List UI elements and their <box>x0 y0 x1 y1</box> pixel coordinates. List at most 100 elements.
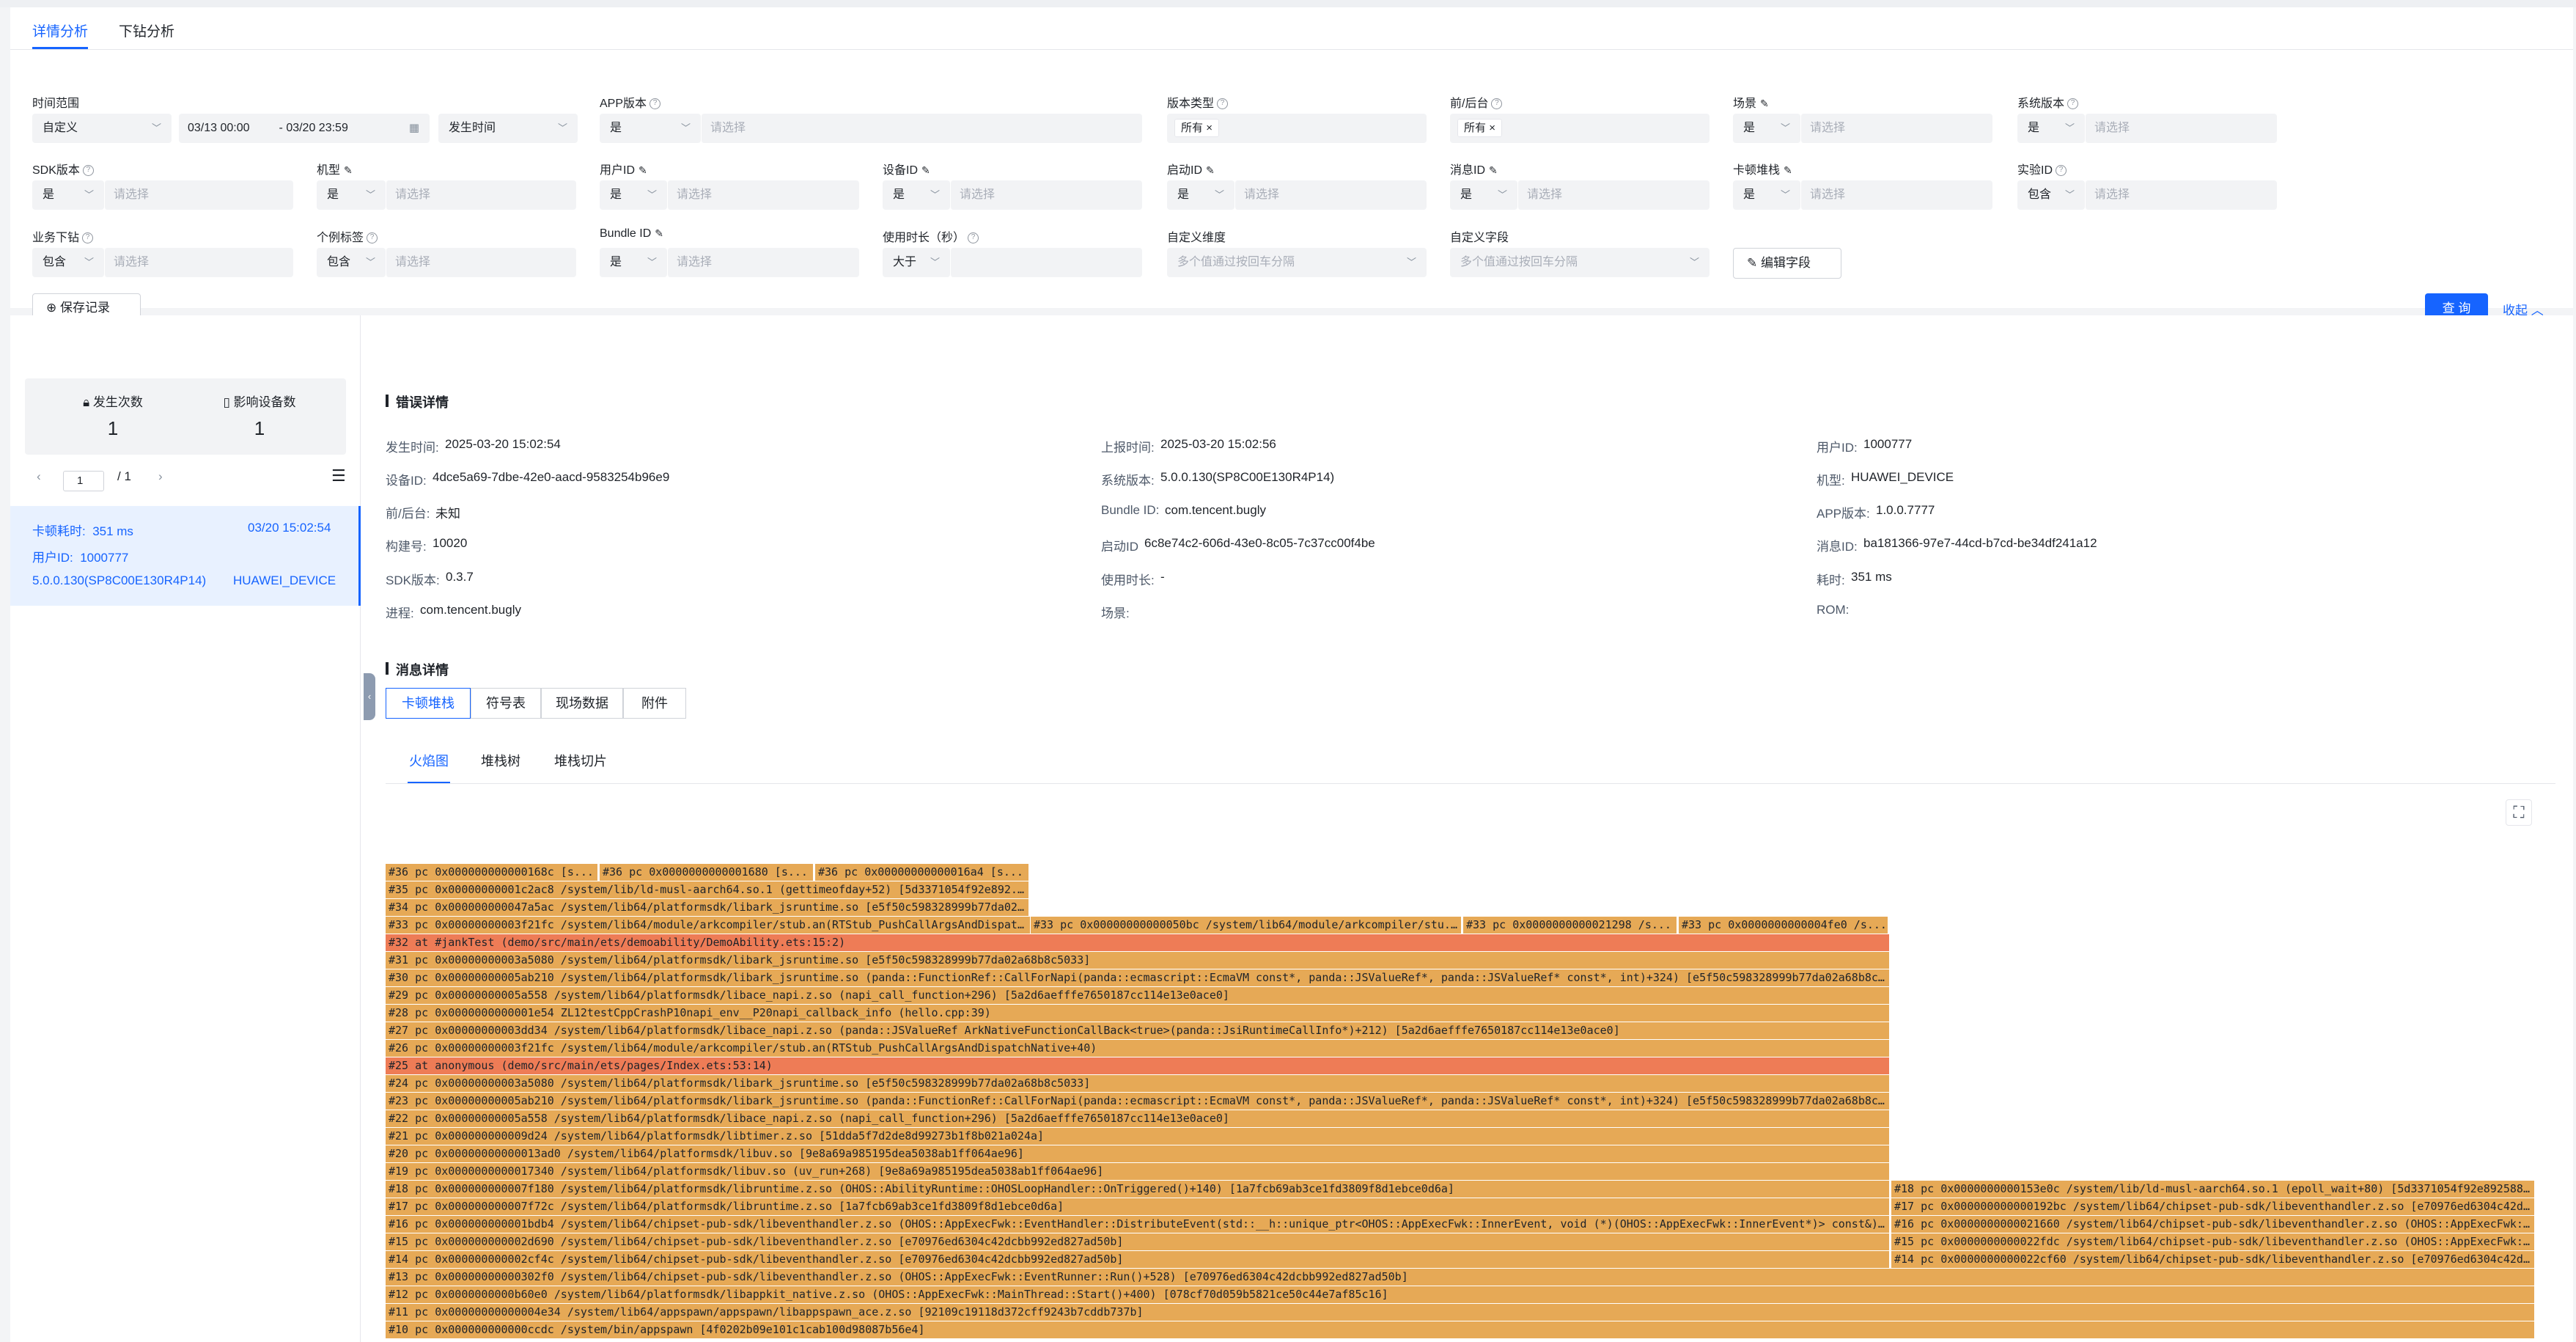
scene-op-select[interactable]: 是 ﹀ <box>1733 114 1800 143</box>
question-icon[interactable]: ? <box>649 98 661 110</box>
page-input[interactable]: 1 <box>63 471 104 491</box>
launch-id-op-select[interactable]: 是 ﹀ <box>1167 180 1234 210</box>
tab-stack-slice[interactable]: 堆栈切片 <box>554 751 607 770</box>
tab-attachments[interactable]: 附件 <box>623 688 686 719</box>
stack-op-select[interactable]: 是 ﹀ <box>1733 180 1800 210</box>
edit-icon[interactable]: ✎ <box>1784 164 1792 177</box>
flame-frame[interactable]: #33 pc 0x00000000003f21fc /system/lib64/… <box>386 917 1031 934</box>
edit-icon[interactable]: ✎ <box>655 227 663 240</box>
edit-icon[interactable]: ✎ <box>1760 98 1769 110</box>
flame-frame[interactable]: #31 pc 0x00000000003a5080 /system/lib64/… <box>386 952 1890 969</box>
flame-frame[interactable]: #14 pc 0x0000000000022cf60 /system/lib64… <box>1891 1251 2535 1269</box>
flame-frame[interactable]: #16 pc 0x0000000000021660 /system/lib64/… <box>1891 1216 2535 1233</box>
flame-frame[interactable]: #16 pc 0x000000000001bdb4 /system/lib64/… <box>386 1216 1890 1233</box>
flame-frame[interactable]: #17 pc 0x000000000007f72c /system/lib64/… <box>386 1198 1890 1216</box>
flame-frame[interactable]: #32 at #jankTest (demo/src/main/ets/demo… <box>386 934 1890 952</box>
edit-icon[interactable]: ✎ <box>639 164 647 177</box>
scene-input[interactable]: 请选择 <box>1800 114 1992 143</box>
flame-frame[interactable]: #27 pc 0x00000000003dd34 /system/lib64/p… <box>386 1022 1890 1040</box>
question-icon[interactable]: ? <box>367 232 378 244</box>
flame-frame[interactable]: #12 pc 0x0000000000b60e0 /system/lib64/p… <box>386 1286 2535 1304</box>
edit-fields-button[interactable]: ✎ 编辑字段 <box>1733 248 1841 279</box>
model-input[interactable]: 请选择 <box>386 180 576 210</box>
edit-icon[interactable]: ✎ <box>344 164 353 177</box>
tab-stack-tree[interactable]: 堆栈树 <box>481 751 520 770</box>
flame-frame[interactable]: #33 pc 0x0000000000004fe0 /s... <box>1679 917 1888 934</box>
flame-frame[interactable]: #21 pc 0x000000000009d24 /system/lib64/p… <box>386 1128 1890 1145</box>
question-icon[interactable]: ? <box>968 232 979 244</box>
app-version-op-select[interactable]: 是 ﹀ <box>600 114 701 143</box>
custom-field-select[interactable]: 多个值通过按回车分隔 ﹀ <box>1450 248 1710 277</box>
sidebar-collapse-handle[interactable]: ‹ <box>364 673 375 720</box>
message-id-input[interactable]: 请选择 <box>1517 180 1710 210</box>
question-icon[interactable]: ? <box>1217 98 1229 110</box>
stack-input[interactable]: 请选择 <box>1800 180 1992 210</box>
flame-frame[interactable]: #30 pc 0x00000000005ab210 /system/lib64/… <box>386 969 1890 987</box>
question-icon[interactable]: ? <box>1491 98 1503 110</box>
flame-frame[interactable]: #24 pc 0x00000000003a5080 /system/lib64/… <box>386 1075 1890 1093</box>
flame-frame[interactable]: #18 pc 0x000000000007f180 /system/lib64/… <box>386 1181 1890 1198</box>
time-range-mode-select[interactable]: 自定义 ﹀ <box>32 114 172 143</box>
edit-icon[interactable]: ✎ <box>1206 164 1215 177</box>
tab-drilldown-analysis[interactable]: 下钻分析 <box>119 21 174 40</box>
flame-frame[interactable]: #29 pc 0x00000000005a558 /system/lib64/p… <box>386 987 1890 1005</box>
bundle-id-input[interactable]: 请选择 <box>667 248 859 277</box>
experiment-id-input[interactable]: 请选择 <box>2085 180 2277 210</box>
question-icon[interactable]: ? <box>2056 165 2067 177</box>
close-icon[interactable]: × <box>1206 122 1212 134</box>
launch-id-input[interactable]: 请选择 <box>1234 180 1427 210</box>
flame-frame[interactable]: #28 pc 0x0000000000001e54 ZL12testCppCra… <box>386 1005 1890 1022</box>
next-page-icon[interactable]: › <box>158 469 163 484</box>
flame-frame[interactable]: #36 pc 0x0000000000001680 [s... <box>600 864 814 881</box>
tab-detail-analysis[interactable]: 详情分析 <box>32 21 88 40</box>
sdk-version-input[interactable]: 请选择 <box>104 180 293 210</box>
close-icon[interactable]: × <box>1489 122 1495 134</box>
sdk-version-op-select[interactable]: 是 ﹀ <box>32 180 104 210</box>
os-version-input[interactable]: 请选择 <box>2085 114 2277 143</box>
flame-frame[interactable]: #36 pc 0x00000000000016a4 [s... <box>815 864 1029 881</box>
flame-frame[interactable]: #11 pc 0x00000000000004e34 /system/lib64… <box>386 1304 2535 1321</box>
flame-frame[interactable]: #20 pc 0x00000000000013ad0 /system/lib64… <box>386 1145 1890 1163</box>
app-version-input[interactable]: 请选择 <box>701 114 1142 143</box>
flame-frame[interactable]: #36 pc 0x000000000000168c [s... <box>386 864 598 881</box>
flame-frame[interactable]: #15 pc 0x000000000002d690 /system/lib64/… <box>386 1233 1890 1251</box>
flame-frame[interactable]: #25 at anonymous (demo/src/main/ets/page… <box>386 1057 1890 1075</box>
edit-icon[interactable]: ✎ <box>1489 164 1498 177</box>
list-menu-icon[interactable]: ☰ <box>331 466 346 485</box>
case-tag-input[interactable]: 请选择 <box>386 248 576 277</box>
message-id-op-select[interactable]: 是 ﹀ <box>1450 180 1517 210</box>
case-tag-op-select[interactable]: 包含 ﹀ <box>317 248 386 277</box>
flame-frame[interactable]: #26 pc 0x00000000003f21fc /system/lib64/… <box>386 1040 1890 1057</box>
flame-frame[interactable]: #33 pc 0x0000000000021298 /s... <box>1463 917 1677 934</box>
tab-flame-graph[interactable]: 火焰图 <box>409 751 449 770</box>
os-version-op-select[interactable]: 是 ﹀ <box>2017 114 2085 143</box>
prev-page-icon[interactable]: ‹ <box>37 469 41 484</box>
flame-frame[interactable]: #13 pc 0x00000000000302f0 /system/lib64/… <box>386 1269 2535 1286</box>
flame-frame[interactable]: #18 pc 0x0000000000153e0c /system/lib/ld… <box>1891 1181 2535 1198</box>
question-icon[interactable]: ? <box>2067 98 2079 110</box>
date-range-picker[interactable]: 03/13 00:00 - 03/20 23:59 ▦ <box>179 114 430 143</box>
case-list-item[interactable]: 卡顿耗时: 351 ms 03/20 15:02:54 用户ID: 100077… <box>10 506 361 606</box>
flame-frame[interactable]: #19 pc 0x0000000000017340 /system/lib64/… <box>386 1163 1890 1181</box>
question-icon[interactable]: ? <box>82 232 94 244</box>
custom-dim-select[interactable]: 多个值通过按回车分隔 ﹀ <box>1167 248 1427 277</box>
flame-frame[interactable]: #33 pc 0x00000000000050bc /system/lib64/… <box>1031 917 1462 934</box>
tab-lag-stack[interactable]: 卡顿堆栈 <box>386 688 471 719</box>
device-id-op-select[interactable]: 是 ﹀ <box>883 180 950 210</box>
model-op-select[interactable]: 是 ﹀ <box>317 180 386 210</box>
user-id-op-select[interactable]: 是 ﹀ <box>600 180 667 210</box>
business-drill-input[interactable]: 请选择 <box>104 248 293 277</box>
tab-symbol-table[interactable]: 符号表 <box>471 688 541 719</box>
fullscreen-icon[interactable]: ⛶ <box>2506 799 2532 826</box>
time-type-select[interactable]: 发生时间 ﹀ <box>438 114 578 143</box>
bundle-id-op-select[interactable]: 是 ﹀ <box>600 248 667 277</box>
duration-op-select[interactable]: 大于 ﹀ <box>883 248 950 277</box>
device-id-input[interactable]: 请选择 <box>950 180 1142 210</box>
duration-input[interactable] <box>950 248 1142 277</box>
foreground-select[interactable]: 所有 × <box>1450 114 1710 143</box>
user-id-input[interactable]: 请选择 <box>667 180 859 210</box>
edit-icon[interactable]: ✎ <box>921 164 930 177</box>
build-type-select[interactable]: 所有 × <box>1167 114 1427 143</box>
flame-frame[interactable]: #35 pc 0x00000000001c2ac8 /system/lib/ld… <box>386 881 1029 899</box>
flame-frame[interactable]: #34 pc 0x000000000047a5ac /system/lib64/… <box>386 899 1029 917</box>
